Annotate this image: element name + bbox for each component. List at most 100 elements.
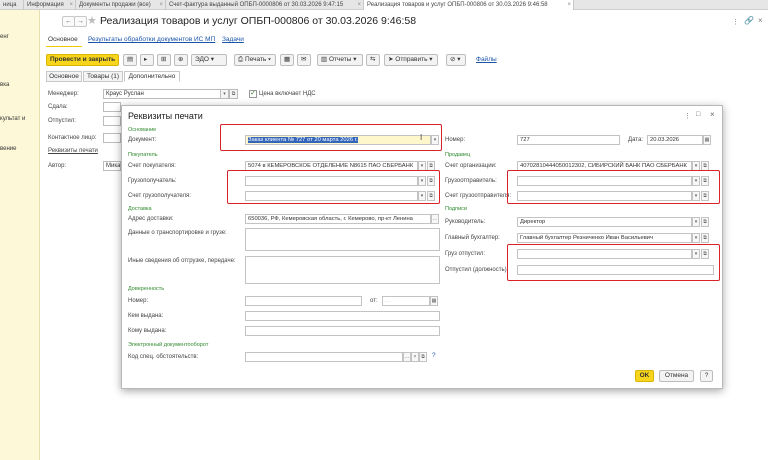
dropdown-button[interactable]: ▾ <box>692 176 700 186</box>
chief-acc-field[interactable]: Главный бухгалтер Резниченко Иван Василь… <box>517 233 692 243</box>
more-icon[interactable]: ⋮ <box>732 18 739 26</box>
print-button[interactable]: ⎙ Печать ▾ <box>234 54 276 66</box>
dropdown-button[interactable]: ▾ <box>692 161 700 171</box>
more-icon[interactable]: ⋮ <box>684 112 691 120</box>
open-button[interactable]: ⧉ <box>701 233 709 243</box>
formtab-additional[interactable]: Дополнительно <box>124 71 180 82</box>
sidebar-item[interactable]: вение <box>0 146 16 152</box>
org-acct-field[interactable]: 40702810444050012302, СИБИРСКИЙ БАНК ПАО… <box>517 161 692 171</box>
sidebar-item[interactable]: енг <box>0 34 9 40</box>
vat-checkbox[interactable]: ✓ <box>249 90 257 98</box>
close-icon[interactable]: × <box>758 16 763 25</box>
subnav-tasks[interactable]: Задачи <box>222 36 244 43</box>
clear-button[interactable]: × <box>411 352 419 362</box>
calendar-icon[interactable]: ▦ <box>430 296 438 306</box>
forward-button[interactable]: → <box>74 16 87 27</box>
dropdown-button[interactable]: ▾ <box>418 191 426 201</box>
attach-button[interactable]: ▦ <box>280 54 294 66</box>
maximize-icon[interactable]: □ <box>696 111 700 118</box>
author-field[interactable]: Мика <box>103 161 121 171</box>
files-link[interactable]: Файлы <box>476 56 497 63</box>
contact-field[interactable] <box>103 133 121 143</box>
address-field[interactable]: 650036, РФ, Кемеровская область, г. Кеме… <box>245 214 431 224</box>
dropdown-button[interactable]: ▾ <box>418 176 426 186</box>
sidebar-item[interactable]: культат и <box>0 116 25 122</box>
released-position-field[interactable] <box>517 265 714 275</box>
handed-field[interactable] <box>103 102 121 112</box>
consignee-acct-field[interactable] <box>245 191 418 201</box>
dropdown-button[interactable]: ▾ <box>220 89 229 99</box>
paperclip-button[interactable]: ⊘ ▾ <box>446 54 466 66</box>
sidebar-item[interactable]: вка <box>0 82 9 88</box>
print-requisites-link[interactable]: Реквизиты печати <box>48 148 98 154</box>
date-field[interactable]: 20.03.2026 <box>647 135 703 145</box>
tab-home[interactable]: ница <box>0 0 24 10</box>
close-icon[interactable]: × <box>69 0 73 10</box>
cargo-released-field[interactable] <box>517 249 692 259</box>
code-field[interactable] <box>245 352 403 362</box>
close-icon[interactable]: × <box>357 0 361 10</box>
open-button[interactable]: ⧉ <box>701 176 709 186</box>
shipper-field[interactable] <box>517 176 692 186</box>
close-icon[interactable]: × <box>567 0 571 10</box>
dropdown-button[interactable]: ▾ <box>418 161 426 171</box>
number-field[interactable]: 727 <box>517 135 620 145</box>
structure-button[interactable]: ⊞ <box>157 54 171 66</box>
transport-field[interactable] <box>245 228 440 251</box>
send-mail-button[interactable]: ✉ <box>297 54 311 66</box>
open-button[interactable]: ⧉ <box>701 217 709 227</box>
shipper-acct-field[interactable] <box>517 191 692 201</box>
issued-by-field[interactable] <box>245 311 440 321</box>
proxy-date-field[interactable]: . . <box>382 296 430 306</box>
buyer-acct-field[interactable]: 5074 в КЕМЕРОВСКОЕ ОТДЕЛЕНИЕ N8615 ПАО С… <box>245 161 418 171</box>
issued-to-field[interactable] <box>245 326 440 336</box>
dropdown-button[interactable]: ▾ <box>692 217 700 227</box>
shipped-field[interactable] <box>103 116 121 126</box>
open-button[interactable]: ⧉ <box>427 176 435 186</box>
close-icon[interactable]: × <box>710 110 715 119</box>
tab-sales-docs[interactable]: Документы продажи (все) × <box>76 0 166 10</box>
other-info-field[interactable] <box>245 256 440 284</box>
edo-button[interactable]: ЭДО ▾ <box>191 54 227 66</box>
consignee-field[interactable] <box>245 176 418 186</box>
tab-invoice[interactable]: Счет-фактура выданный ОПБП-0000806 от 30… <box>166 0 364 10</box>
save-button[interactable]: ▤ <box>123 54 137 66</box>
more-button[interactable]: … <box>403 352 411 362</box>
open-button[interactable]: ⧉ <box>427 191 435 201</box>
favorite-star-icon[interactable]: ★ <box>87 14 97 27</box>
manager-field[interactable]: Краус Руслан <box>103 89 221 99</box>
cancel-button[interactable]: Отмена <box>659 370 694 382</box>
subnav-main[interactable]: Основное <box>48 36 78 43</box>
head-field[interactable]: Директор <box>517 217 692 227</box>
close-icon[interactable]: × <box>159 0 163 10</box>
post-button[interactable]: ▸ <box>140 54 154 66</box>
proxy-number-field[interactable] <box>245 296 362 306</box>
dropdown-button[interactable]: ▾ <box>692 249 700 259</box>
formtab-main[interactable]: Основное <box>46 71 82 82</box>
link-icon[interactable]: 🔗 <box>744 16 754 25</box>
document-field[interactable]: Заказ клиента № 727 от 20 марта 2026 г. <box>245 135 431 145</box>
create-based-button[interactable]: ⊕ <box>174 54 188 66</box>
dropdown-button[interactable]: ▾ <box>431 135 439 145</box>
open-button[interactable]: ⧉ <box>229 89 238 99</box>
open-button[interactable]: ⧉ <box>427 161 435 171</box>
post-and-close-button[interactable]: Провести и закрыть <box>46 54 119 66</box>
dropdown-button[interactable]: ▾ <box>692 191 700 201</box>
open-button[interactable]: ⧉ <box>701 191 709 201</box>
open-button[interactable]: ⧉ <box>701 161 709 171</box>
tab-info[interactable]: Информация × <box>24 0 76 10</box>
formtab-goods[interactable]: Товары (1) <box>83 71 123 82</box>
dropdown-button[interactable]: ▾ <box>692 233 700 243</box>
tab-realization[interactable]: Реализация товаров и услуг ОПБП-000806 о… <box>364 0 574 10</box>
more-button[interactable]: … <box>431 214 439 224</box>
calendar-icon[interactable]: ▦ <box>703 135 711 145</box>
open-button[interactable]: ⧉ <box>701 249 709 259</box>
workflow-button[interactable]: ⇆ <box>366 54 380 66</box>
reports-button[interactable]: ▥ Отчеты ▾ <box>317 54 363 66</box>
help-button[interactable]: ? <box>700 370 713 382</box>
help-icon[interactable]: ? <box>432 352 436 359</box>
ok-button[interactable]: OK <box>635 370 654 382</box>
send-button[interactable]: ➤ Отправить ▾ <box>384 54 438 66</box>
subnav-results[interactable]: Результаты обработки документов ИС МП <box>88 36 215 43</box>
open-button[interactable]: ⧉ <box>419 352 427 362</box>
